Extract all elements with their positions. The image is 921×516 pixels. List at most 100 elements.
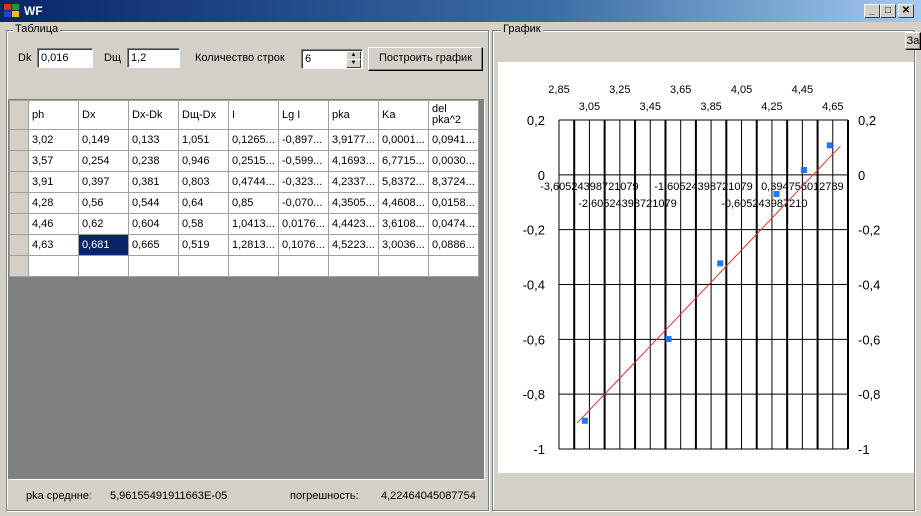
table-cell[interactable] [328, 255, 379, 277]
table-cell[interactable]: -0,897... [278, 129, 329, 151]
row-header[interactable] [9, 192, 29, 214]
table-cell[interactable]: 3,57 [28, 150, 79, 172]
table-cell[interactable]: 5,8372... [378, 171, 429, 193]
table-cell[interactable]: 3,91 [28, 171, 79, 193]
col-header-dx[interactable]: Dx [78, 100, 129, 130]
col-header-dsh-dx[interactable]: Dщ-Dx [178, 100, 229, 130]
table-cell[interactable]: 1,2813... [228, 234, 279, 256]
table-cell[interactable] [428, 255, 479, 277]
table-cell[interactable]: 0,0001... [378, 129, 429, 151]
table-row[interactable]: 3,91 0,397 0,381 0,803 0,4744... -0,323... 4,2… [9, 171, 479, 193]
table-cell[interactable]: 0,238 [128, 150, 179, 172]
row-header[interactable] [9, 150, 29, 172]
row-header[interactable] [9, 255, 29, 277]
row-header[interactable] [9, 213, 29, 235]
table-cell[interactable]: 0,381 [128, 171, 179, 193]
header-row: ph Dx Dx-Dk Dщ-Dx I Lg I pka Ka del pka^… [9, 100, 479, 130]
table-cell[interactable]: 0,0030... [428, 150, 479, 172]
table-cell[interactable]: 4,2337... [328, 171, 379, 193]
table-cell[interactable]: 3,9177... [328, 129, 379, 151]
table-cell[interactable]: 4,46 [28, 213, 79, 235]
table-cell[interactable]: 4,1693... [328, 150, 379, 172]
maximize-button[interactable]: □ [880, 4, 896, 18]
table-cell[interactable]: 0,1265... [228, 129, 279, 151]
table-cell[interactable]: 0,0176... [278, 213, 329, 235]
table-cell[interactable]: 0,56 [78, 192, 129, 214]
dsh-input[interactable] [127, 48, 180, 68]
table-cell[interactable] [278, 255, 329, 277]
table-cell[interactable]: 0,397 [78, 171, 129, 193]
table-cell[interactable]: 0,62 [78, 213, 129, 235]
table-cell[interactable]: 1,0413... [228, 213, 279, 235]
table-cell[interactable]: 0,519 [178, 234, 229, 256]
table-cell[interactable]: 0,149 [78, 129, 129, 151]
table-cell[interactable]: 0,64 [178, 192, 229, 214]
table-cell[interactable]: 6,7715... [378, 150, 429, 172]
table-row[interactable]: 3,57 0,254 0,238 0,946 0,2515... -0,599... 4,1… [9, 150, 479, 172]
table-cell[interactable]: 0,58 [178, 213, 229, 235]
side-button[interactable]: За [905, 32, 921, 50]
col-header-del-pka2[interactable]: del pka^2 [428, 100, 479, 130]
table-cell[interactable]: 0,1076... [278, 234, 329, 256]
table-row[interactable]: 3,02 0,149 0,133 1,051 0,1265... -0,897... 3,9… [9, 129, 479, 151]
table-cell[interactable] [78, 255, 129, 277]
col-header-ka[interactable]: Ka [378, 100, 429, 130]
table-row[interactable]: 4,46 0,62 0,604 0,58 1,0413... 0,0176... 4,442… [9, 213, 479, 235]
dk-input[interactable] [37, 48, 93, 68]
table-cell[interactable]: 4,4608... [378, 192, 429, 214]
table-cell[interactable]: 4,5223... [328, 234, 379, 256]
table-cell[interactable]: 4,3505... [328, 192, 379, 214]
col-header-dx-dk[interactable]: Dx-Dk [128, 100, 179, 130]
table-cell[interactable]: 0,803 [178, 171, 229, 193]
table-cell[interactable]: 0,85 [228, 192, 279, 214]
row-header[interactable] [9, 171, 29, 193]
col-header-i[interactable]: I [228, 100, 279, 130]
table-row[interactable]: 4,28 0,56 0,544 0,64 0,85 -0,070... 4,3505... 4… [9, 192, 479, 214]
table-cell[interactable] [378, 255, 429, 277]
table-row[interactable]: 4,63 0,681 0,665 0,519 1,2813... 0,1076... 4,5… [9, 234, 479, 256]
chart-group-label: График [501, 23, 543, 35]
table-cell[interactable]: 0,4744... [228, 171, 279, 193]
table-cell[interactable]: 0,133 [128, 129, 179, 151]
col-header-lg-i[interactable]: Lg I [278, 100, 329, 130]
table-cell[interactable]: 0,2515... [228, 150, 279, 172]
table-cell[interactable]: 4,4423... [328, 213, 379, 235]
table-cell[interactable]: 3,6108... [378, 213, 429, 235]
table-cell[interactable] [128, 255, 179, 277]
minimize-button[interactable]: _ [864, 4, 880, 18]
table-cell[interactable]: 4,28 [28, 192, 79, 214]
table-cell[interactable]: 3,02 [28, 129, 79, 151]
data-grid[interactable]: ph Dx Dx-Dk Dщ-Dx I Lg I pka Ka del pka^… [8, 99, 485, 480]
table-cell[interactable]: 0,946 [178, 150, 229, 172]
pka-avg-value: 5,96155491911663E-05 [110, 490, 228, 502]
table-cell[interactable]: 0,681 [78, 234, 129, 256]
table-cell[interactable]: 0,604 [128, 213, 179, 235]
table-cell[interactable]: 0,544 [128, 192, 179, 214]
table-cell[interactable]: 0,665 [128, 234, 179, 256]
table-cell[interactable]: 0,0886... [428, 234, 479, 256]
table-cell[interactable] [178, 255, 229, 277]
row-header-corner [9, 100, 29, 130]
table-cell[interactable]: -0,599... [278, 150, 329, 172]
table-cell[interactable]: 4,63 [28, 234, 79, 256]
table-cell[interactable]: 0,0158... [428, 192, 479, 214]
dk-label: Dk [18, 52, 32, 64]
table-cell[interactable]: 0,254 [78, 150, 129, 172]
table-cell[interactable]: -0,323... [278, 171, 329, 193]
close-button[interactable]: ✕ [898, 4, 914, 18]
col-header-pka[interactable]: pka [328, 100, 379, 130]
table-cell[interactable]: 1,051 [178, 129, 229, 151]
row-header[interactable] [9, 129, 29, 151]
table-cell[interactable]: -0,070... [278, 192, 329, 214]
spin-down-button[interactable]: ▼ [346, 59, 361, 68]
table-cell[interactable]: 0,0474... [428, 213, 479, 235]
row-header[interactable] [9, 234, 29, 256]
new-row[interactable] [9, 255, 479, 277]
table-cell[interactable]: 8,3724... [428, 171, 479, 193]
table-cell[interactable] [228, 255, 279, 277]
col-header-ph[interactable]: ph [28, 100, 79, 130]
build-chart-button[interactable]: Построить график [368, 47, 483, 71]
table-cell[interactable]: 3,0036... [378, 234, 429, 256]
table-cell[interactable] [28, 255, 79, 277]
table-cell[interactable]: 0,0941... [428, 129, 479, 151]
